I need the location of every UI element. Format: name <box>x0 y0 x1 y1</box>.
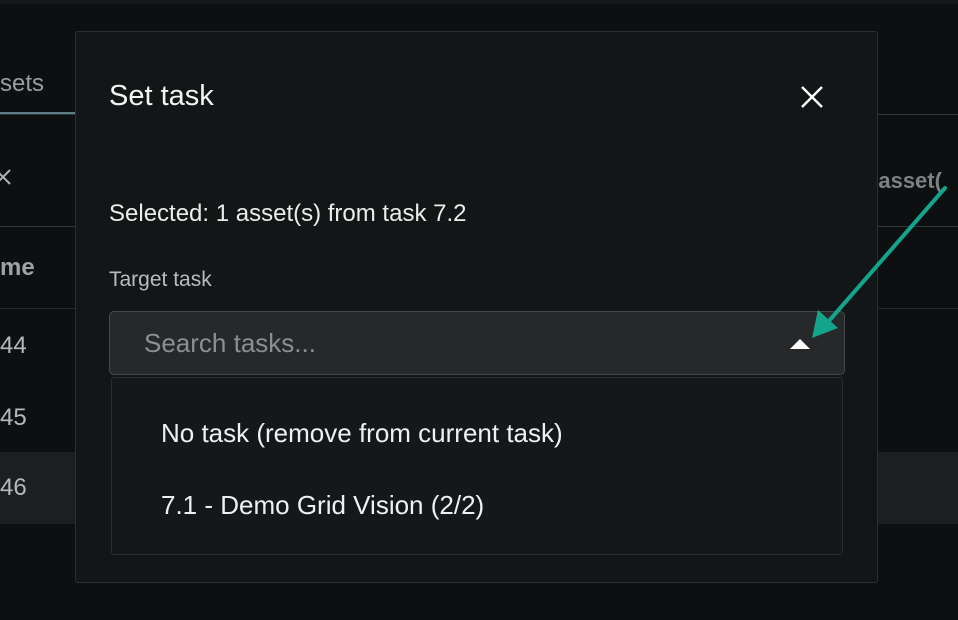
tab-assets[interactable]: sets <box>0 70 44 98</box>
close-icon[interactable] <box>799 84 825 110</box>
row-value: 45 <box>0 404 27 431</box>
caret-up-icon[interactable] <box>790 339 810 349</box>
option-label: 7.1 - Demo Grid Vision (2/2) <box>161 490 485 520</box>
row-value: 46 <box>0 474 27 501</box>
target-task-label: Target task <box>109 268 212 291</box>
search-input[interactable] <box>144 327 764 359</box>
task-dropdown-menu: No task (remove from current task) 7.1 -… <box>111 377 843 555</box>
modal-title: Set task <box>109 80 214 112</box>
option-no-task[interactable]: No task (remove from current task) <box>112 402 842 462</box>
close-icon[interactable] <box>0 162 14 192</box>
selected-summary: Selected: 1 asset(s) from task 7.2 <box>109 200 467 227</box>
row-value: 44 <box>0 332 27 359</box>
option-label: No task (remove from current task) <box>161 418 563 448</box>
set-task-modal: Set task Selected: 1 asset(s) from task … <box>75 31 878 583</box>
column-header-name: me <box>0 254 35 281</box>
option-task-7-1[interactable]: 7.1 - Demo Grid Vision (2/2) <box>112 474 842 534</box>
task-search-select[interactable] <box>109 311 845 375</box>
top-bar <box>0 0 958 4</box>
